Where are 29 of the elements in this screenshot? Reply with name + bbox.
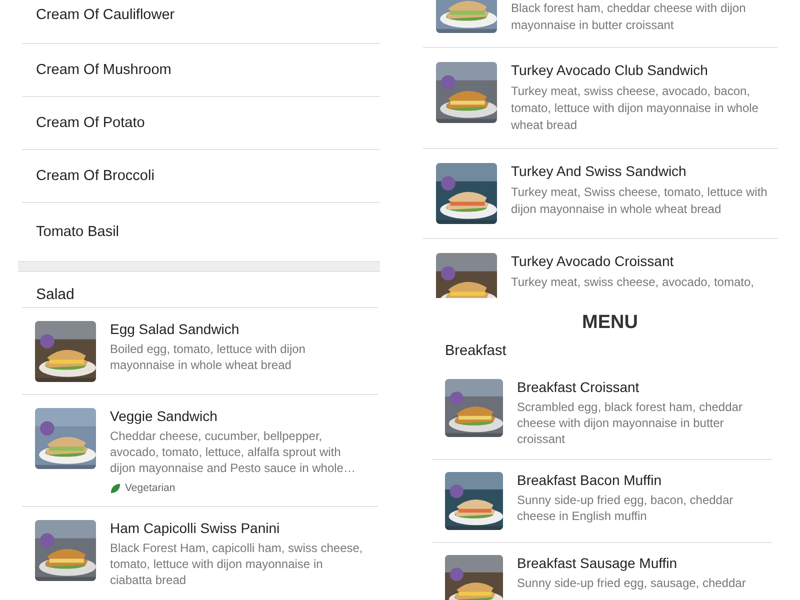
- section-title: Salad: [22, 272, 378, 308]
- item-description: Black Forest Ham, capicolli ham, swiss cheese, tomato, lettuce with dijon mayonnaise in ciabatta bread: [110, 540, 364, 588]
- item-description: Sunny side-up fried egg, sausage, cheddar: [517, 575, 746, 591]
- item-description: Black forest ham, cheddar cheese with dijon mayonnaise in butter croissant: [511, 0, 747, 34]
- leaf-icon: [110, 482, 121, 494]
- item-description: Turkey meat, swiss cheese, avocado, tomato,: [511, 274, 754, 291]
- item-description: Cheddar cheese, cucumber, bellpepper, avocado, tomato, lettuce, alfalfa sprout with dijon mayonnaise and Pesto sauce in whole…: [110, 428, 356, 476]
- vegetarian-label: Vegetarian: [125, 482, 176, 494]
- item-name: Breakfast Croissant: [517, 379, 640, 395]
- item-name: Veggie Sandwich: [110, 408, 218, 424]
- item-description: Scrambled egg, black forest ham, cheddar cheese with dijon mayonnaise in butter croissant: [517, 399, 744, 447]
- soup-item[interactable]: Cream Of Potato: [22, 97, 380, 150]
- soup-item[interactable]: Cream Of Broccoli: [22, 150, 380, 203]
- item-name: Egg Salad Sandwich: [110, 321, 240, 337]
- item-name: Turkey And Swiss Sandwich: [511, 163, 688, 179]
- soup-item[interactable]: Cream Of Cauliflower: [22, 0, 380, 44]
- item-name: Turkey Avocado Croissant: [511, 253, 675, 269]
- item-description: Turkey meat, swiss cheese, avocado, bacon, tomato, lettuce with dijon mayonnaise in whole wheat bread: [511, 83, 760, 134]
- soup-item[interactable]: Tomato Basil: [22, 203, 380, 261]
- item-name: Breakfast Bacon Muffin: [517, 472, 662, 488]
- item-description: Turkey meat, Swiss cheese, tomato, lettuce with dijon mayonnaise in whole wheat bread: [511, 184, 768, 218]
- soup-item[interactable]: Cream Of Mushroom: [22, 44, 380, 97]
- item-name: Breakfast Sausage Muffin: [517, 555, 678, 571]
- section-title: Breakfast: [444, 342, 508, 359]
- item-description: Boiled egg, tomato, lettuce with dijon mayonnaise in whole wheat bread: [110, 341, 306, 373]
- item-name: Turkey Avocado Club Sandwich: [511, 62, 709, 78]
- item-name: Ham Capicolli Swiss Panini: [110, 520, 281, 536]
- menu-title: MENU: [581, 312, 639, 334]
- item-description: Sunny side-up fried egg, bacon, cheddar cheese in English muffin: [517, 492, 734, 524]
